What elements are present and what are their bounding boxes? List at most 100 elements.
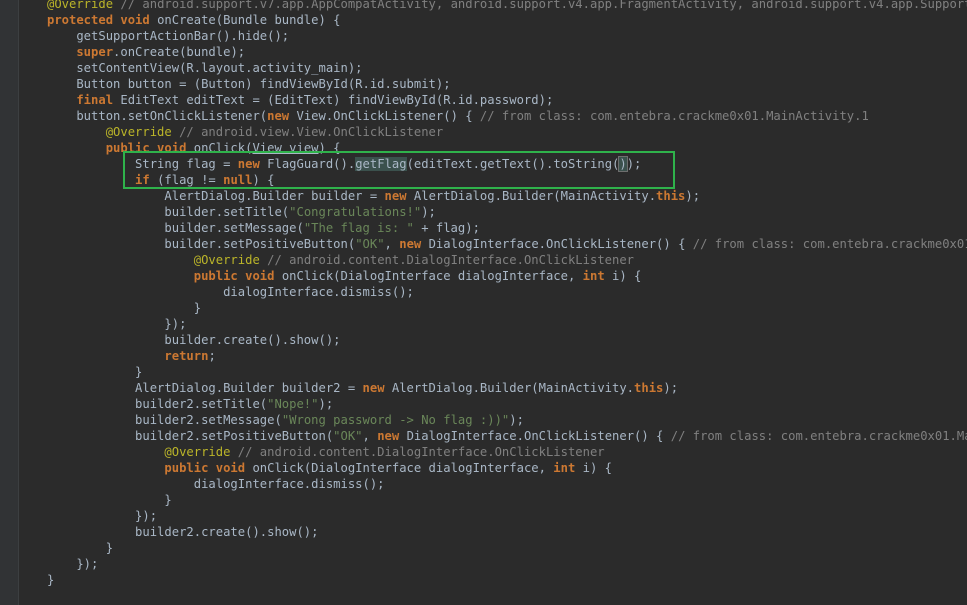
code-token: null	[223, 173, 253, 187]
code-line[interactable]: @Override // android.content.DialogInter…	[47, 252, 967, 268]
code-token: ,	[362, 429, 378, 443]
code-token: new	[377, 429, 407, 443]
code-line[interactable]: }	[47, 492, 967, 508]
code-line[interactable]: }	[47, 540, 967, 556]
code-token: }	[47, 493, 172, 507]
code-token: // from class: com.entebra.crackme0x01.M…	[479, 109, 869, 123]
code-line[interactable]: });	[47, 556, 967, 572]
code-token: ) {	[252, 173, 275, 187]
code-token: int	[582, 269, 613, 283]
code-token: dialogInterface.dismiss();	[47, 285, 414, 299]
code-token: builder2.create().show();	[47, 525, 319, 539]
code-line[interactable]: builder2.setMessage("Wrong password -> N…	[47, 412, 967, 428]
code-token: }	[47, 541, 114, 555]
code-token: builder2.setPositiveButton(	[47, 429, 334, 443]
code-token: });	[47, 509, 158, 523]
code-token: builder.setMessage(	[47, 221, 304, 235]
code-token: onClick(DialogInterface dialogInterface,	[252, 461, 554, 475]
code-line[interactable]: if (flag != null) {	[47, 172, 967, 188]
code-token: public void	[47, 461, 253, 475]
code-line[interactable]: return;	[47, 348, 967, 364]
code-token: });	[47, 317, 187, 331]
code-line[interactable]: button.setOnClickListener(new View.OnCli…	[47, 108, 967, 124]
code-line[interactable]: builder.setMessage("The flag is: " + fla…	[47, 220, 967, 236]
code-line[interactable]: builder2.setTitle("Nope!");	[47, 396, 967, 412]
code-token: "OK"	[355, 237, 385, 251]
code-line[interactable]: AlertDialog.Builder builder2 = new Alert…	[47, 380, 967, 396]
code-line[interactable]: Button button = (Button) findViewById(R.…	[47, 76, 967, 92]
code-token: // android.support.v7.app.AppCompatActiv…	[113, 0, 967, 11]
code-token: i) {	[582, 461, 613, 475]
code-token: @Override	[47, 125, 172, 139]
code-token: new	[237, 157, 268, 171]
code-token: builder2.setMessage(	[47, 413, 282, 427]
code-line[interactable]: @Override // android.content.DialogInter…	[47, 444, 967, 460]
code-line[interactable]: }	[47, 572, 967, 588]
code-line[interactable]: public void onClick(DialogInterface dial…	[47, 268, 967, 284]
code-token: + flag);	[413, 221, 480, 235]
code-editor[interactable]: @Override // android.support.v7.app.AppC…	[47, 0, 967, 588]
code-token: onCreate(Bundle bundle) {	[157, 13, 341, 27]
code-line[interactable]: dialogInterface.dismiss();	[47, 284, 967, 300]
code-token: super	[47, 45, 114, 59]
code-line[interactable]: }	[47, 300, 967, 316]
code-line[interactable]: @Override // android.support.v7.app.AppC…	[47, 0, 967, 12]
code-line[interactable]: });	[47, 508, 967, 524]
code-token: // android.content.DialogInterface.OnCli…	[259, 253, 635, 267]
code-token: onClick(DialogInterface dialogInterface,	[281, 269, 583, 283]
code-token: final	[47, 93, 121, 107]
code-line[interactable]: final EditText editText = (EditText) fin…	[47, 92, 967, 108]
code-token: button.setOnClickListener(	[47, 109, 268, 123]
code-token: // from class: com.entebra.crackme0x01.M…	[692, 237, 967, 251]
code-line[interactable]: builder.setTitle("Congratulations!");	[47, 204, 967, 220]
code-line[interactable]: @Override // android.view.View.OnClickLi…	[47, 124, 967, 140]
code-line[interactable]: dialogInterface.dismiss();	[47, 476, 967, 492]
code-token: AlertDialog.Builder builder2 =	[47, 381, 363, 395]
code-token: FlagGuard().	[267, 157, 356, 171]
code-line[interactable]: });	[47, 316, 967, 332]
code-token: });	[47, 557, 99, 571]
code-token: .onCreate(bundle);	[113, 45, 246, 59]
code-line[interactable]: super.onCreate(bundle);	[47, 44, 967, 60]
code-token: builder.create().show();	[47, 333, 341, 347]
code-token: );	[318, 397, 334, 411]
code-token: "OK"	[333, 429, 363, 443]
code-token: return	[47, 349, 209, 363]
code-line[interactable]: public void onClick(DialogInterface dial…	[47, 460, 967, 476]
code-line[interactable]: builder2.setPositiveButton("OK", new Dia…	[47, 428, 967, 444]
code-token: }	[47, 301, 202, 315]
code-token: builder2.setTitle(	[47, 397, 268, 411]
code-line[interactable]: AlertDialog.Builder builder = new AlertD…	[47, 188, 967, 204]
code-line[interactable]: builder.setPositiveButton("OK", new Dial…	[47, 236, 967, 252]
code-token: onClick(	[193, 141, 253, 155]
code-token: "Congratulations!"	[289, 205, 422, 219]
code-line[interactable]: }	[47, 364, 967, 380]
code-token: dialogInterface.dismiss();	[47, 477, 385, 491]
code-line[interactable]: String flag = new FlagGuard().getFlag(ed…	[47, 156, 967, 172]
code-token: "Wrong password -> No flag :))"	[281, 413, 510, 427]
code-token: int	[553, 461, 583, 475]
code-token: AlertDialog.Builder(MainActivity.	[413, 189, 657, 203]
code-token: Button button = (Button) findViewById(R.…	[47, 77, 451, 91]
code-token: View view	[252, 141, 319, 155]
code-line[interactable]: setContentView(R.layout.activity_main);	[47, 60, 967, 76]
code-token: new	[267, 109, 297, 123]
code-token: );	[663, 381, 679, 395]
code-token: (editText.getText().toString(	[406, 157, 620, 171]
code-token: @Override	[47, 253, 260, 267]
code-line[interactable]: builder.create().show();	[47, 332, 967, 348]
code-token: new	[384, 189, 414, 203]
code-token: @Override	[47, 0, 114, 11]
code-token: // android.content.DialogInterface.OnCli…	[230, 445, 605, 459]
code-token: @Override	[47, 445, 231, 459]
code-line[interactable]: protected void onCreate(Bundle bundle) {	[47, 12, 967, 28]
code-token: builder.setPositiveButton(	[47, 237, 356, 251]
code-token: setContentView(R.layout.activity_main);	[47, 61, 363, 75]
code-line[interactable]: getSupportActionBar().hide();	[47, 28, 967, 44]
code-line[interactable]: public void onClick(View view) {	[47, 140, 967, 156]
code-line[interactable]: builder2.create().show();	[47, 524, 967, 540]
code-token: String flag =	[47, 157, 238, 171]
code-token: DialogInterface.OnClickListener() {	[428, 237, 693, 251]
code-token: );	[421, 205, 436, 219]
code-token: View.OnClickListener() {	[296, 109, 480, 123]
